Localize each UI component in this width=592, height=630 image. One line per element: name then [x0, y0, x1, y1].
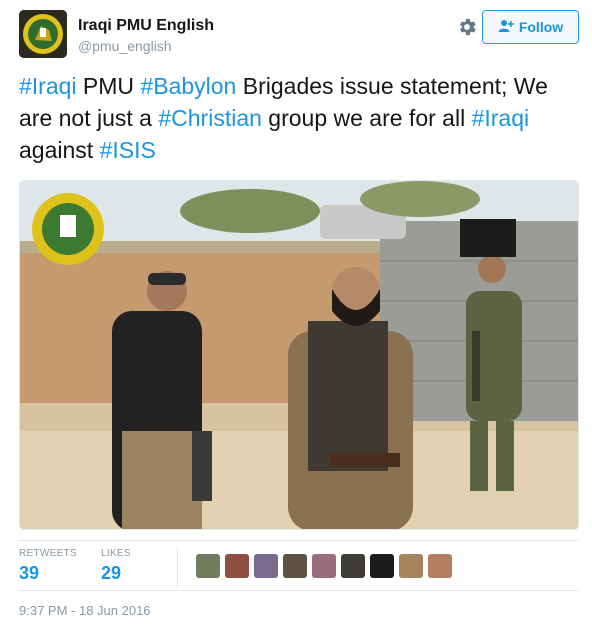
likes-stat[interactable]: LIKES 29 — [101, 548, 131, 584]
stats-bottom-divider — [19, 590, 579, 591]
liker-avatar[interactable] — [341, 554, 365, 578]
gear-icon[interactable] — [456, 16, 478, 38]
account-names: Iraqi PMU English @pmu_english — [78, 16, 214, 55]
tweet-photo-image — [20, 181, 578, 529]
hashtag-link[interactable]: #Christian — [158, 105, 262, 131]
follow-button[interactable]: Follow — [482, 10, 579, 44]
liker-avatar[interactable] — [196, 554, 220, 578]
retweets-stat[interactable]: RETWEETS 39 — [19, 548, 77, 584]
hashtag-link[interactable]: #Babylon — [140, 73, 236, 99]
tweet-text-segment: against — [19, 137, 100, 163]
account-avatar[interactable] — [19, 10, 67, 58]
hashtag-link[interactable]: #Iraqi — [472, 105, 530, 131]
likes-count: 29 — [101, 563, 122, 583]
liker-avatar[interactable] — [370, 554, 394, 578]
tweet-timestamp[interactable]: 9:37 PM - 18 Jun 2016 — [19, 603, 151, 618]
likes-label: LIKES — [101, 548, 131, 559]
liker-avatar[interactable] — [312, 554, 336, 578]
liker-avatar[interactable] — [428, 554, 452, 578]
retweets-label: RETWEETS — [19, 548, 77, 559]
hashtag-link[interactable]: #Iraqi — [19, 73, 77, 99]
liker-avatar[interactable] — [399, 554, 423, 578]
account-name[interactable]: Iraqi PMU English — [78, 16, 214, 36]
account-handle[interactable]: @pmu_english — [78, 37, 214, 55]
tweet-stats: RETWEETS 39 LIKES 29 — [19, 540, 579, 588]
stats-divider — [177, 548, 178, 588]
tweet-photo[interactable] — [19, 180, 579, 530]
follow-button-label: Follow — [518, 19, 564, 35]
liker-avatar[interactable] — [283, 554, 307, 578]
follow-user-icon — [498, 19, 514, 36]
tweet-header: Iraqi PMU English @pmu_english Follow — [19, 10, 579, 58]
hashtag-link[interactable]: #ISIS — [100, 137, 156, 163]
retweets-count: 39 — [19, 563, 40, 583]
tweet-text-segment: PMU — [76, 73, 141, 99]
tweet-text-segment: group we are for all — [261, 105, 472, 131]
tweet-text: #Iraqi PMU #Babylon Brigades issue state… — [19, 70, 579, 166]
liker-avatar[interactable] — [225, 554, 249, 578]
liker-avatar[interactable] — [254, 554, 278, 578]
